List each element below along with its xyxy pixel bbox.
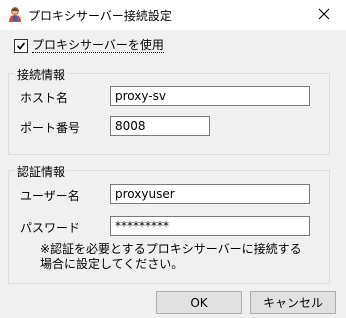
close-button[interactable] bbox=[302, 0, 346, 30]
password-label: パスワード bbox=[20, 221, 81, 235]
host-input[interactable]: proxy-sv bbox=[110, 86, 310, 106]
username-label: ユーザー名 bbox=[20, 189, 80, 203]
checkmark-icon bbox=[16, 41, 26, 50]
checkbox-box[interactable] bbox=[14, 38, 28, 53]
use-proxy-label[interactable]: プロキシサーバーを使用 bbox=[32, 38, 164, 53]
cancel-button[interactable]: キャンセル bbox=[250, 291, 336, 314]
auth-note-line2: 場合に設定してください。 bbox=[40, 257, 184, 271]
host-label: ホスト名 bbox=[20, 91, 69, 105]
window-title: プロキシサーバー接続設定 bbox=[28, 9, 172, 23]
close-icon bbox=[318, 8, 330, 23]
connection-info-title: 接続情報 bbox=[15, 66, 68, 83]
ok-button[interactable]: OK bbox=[156, 291, 242, 314]
title-bar: プロキシサーバー接続設定 bbox=[0, 0, 346, 30]
auth-info-title: 認証情報 bbox=[15, 163, 68, 180]
user-app-icon bbox=[7, 6, 23, 22]
username-input[interactable]: proxyuser bbox=[110, 184, 310, 204]
port-label: ポート番号 bbox=[20, 121, 81, 135]
use-proxy-checkbox[interactable]: プロキシサーバーを使用 bbox=[14, 38, 164, 53]
password-input[interactable]: ********* bbox=[110, 216, 310, 236]
port-input[interactable]: 8008 bbox=[110, 116, 210, 136]
auth-note-line1: ※認証を必要とするプロキシサーバーに接続する bbox=[40, 242, 302, 256]
